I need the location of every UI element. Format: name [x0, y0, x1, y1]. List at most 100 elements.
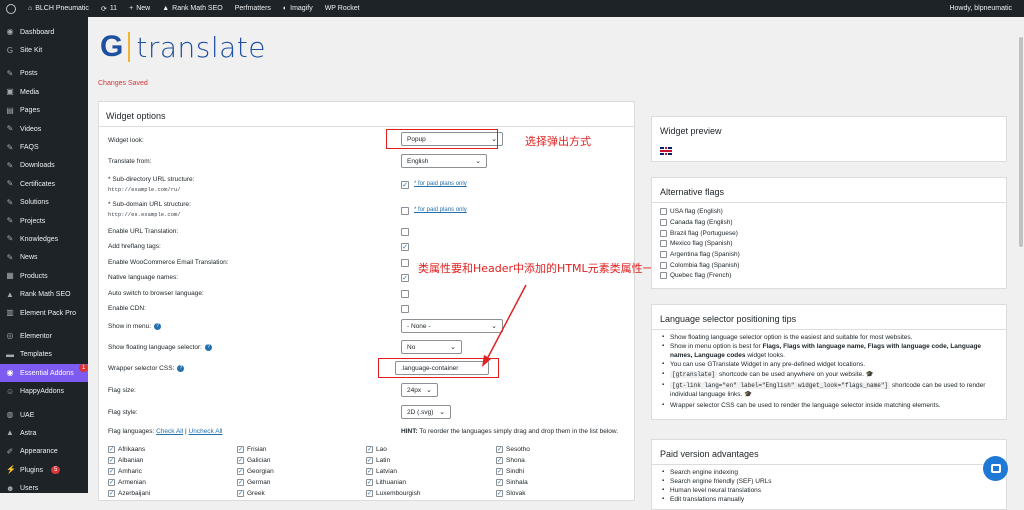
rank-math-link[interactable]: ▲ Rank Math SEO	[156, 0, 229, 17]
check-all-link[interactable]: Check All	[156, 428, 183, 435]
graduation-cap-icon[interactable]: 🎓	[744, 391, 752, 398]
page-icon: ▤	[6, 105, 14, 115]
help-icon[interactable]: ?	[154, 323, 161, 330]
enable-url-checkbox[interactable]	[401, 228, 409, 236]
ea-icon: ◉	[6, 368, 14, 378]
translate-from-select[interactable]: English ⌄	[401, 154, 487, 168]
graduation-cap-icon[interactable]: 🎓	[866, 371, 874, 378]
sidebar-item-pages[interactable]: ▤ Pages	[0, 102, 88, 120]
pin-icon: ✎	[6, 68, 14, 78]
alt-flag-checkbox[interactable]: Brazil flag (Portuguese)	[660, 230, 738, 237]
sidebar-item-faqs[interactable]: ✎ FAQS	[0, 138, 88, 156]
advantage-item: Search engine friendly (SEF) URLs	[662, 477, 997, 486]
lang-checkbox[interactable]: ✓ Sesotho	[496, 446, 530, 453]
lang-checkbox[interactable]: ✓ Azerbaijani	[108, 490, 150, 497]
hreflang-checkbox[interactable]: ✓	[401, 243, 409, 251]
wp-rocket-link[interactable]: WP Rocket	[319, 0, 366, 17]
sidebar-item-element-pack[interactable]: ▥ Element Pack Pro	[0, 304, 88, 322]
sidebar-item-plugins[interactable]: ⚡ Plugins 5	[0, 461, 88, 479]
sidebar-item-site-kit[interactable]: G Site Kit	[0, 41, 88, 59]
alt-flag-checkbox[interactable]: Mexico flag (Spanish)	[660, 240, 733, 247]
updates-link[interactable]: ⟳ 11	[95, 0, 123, 17]
lang-checkbox[interactable]: ✓ Latin	[366, 457, 390, 464]
scrollbar-thumb[interactable]	[1019, 37, 1023, 247]
cdn-checkbox[interactable]	[401, 305, 409, 313]
lang-checkbox[interactable]: ✓ Lithuanian	[366, 479, 406, 486]
sidebar-item-projects[interactable]: ✎ Projects	[0, 212, 88, 230]
lang-checkbox[interactable]: ✓ Sindhi	[496, 468, 524, 475]
sidebar-item-solutions[interactable]: ✎ Solutions	[0, 194, 88, 212]
chevron-down-icon: ⌄	[439, 409, 445, 416]
imagify-link[interactable]: ◐ Imagify	[277, 0, 319, 17]
admin-bar: ⌂ BLCH Pneumatic ⟳ 11 + New ▲ Rank Math SEO …	[0, 0, 1024, 17]
paid-plans-link[interactable]: * for paid plans only	[414, 181, 467, 187]
new-content-link[interactable]: + New	[123, 0, 156, 17]
lang-checkbox[interactable]: ✓ Shona	[496, 457, 525, 464]
site-name-link[interactable]: ⌂ BLCH Pneumatic	[22, 0, 95, 17]
lang-checkbox[interactable]: ✓ Amharic	[108, 468, 142, 475]
lang-checkbox[interactable]: ✓ Armenian	[108, 479, 146, 486]
auto-switch-checkbox[interactable]	[401, 290, 409, 298]
sidebar-item-media[interactable]: ▣ Media	[0, 83, 88, 101]
lang-checkbox[interactable]: ✓ Greek	[237, 490, 265, 497]
dashboard-icon: ◉	[6, 27, 14, 37]
lang-checkbox[interactable]: ✓ Lao	[366, 446, 387, 453]
sidebar-item-happyaddons[interactable]: ☺ HappyAddons	[0, 382, 88, 400]
lang-checkbox[interactable]: ✓ Albanian	[108, 457, 143, 464]
sidebar-item-rank-math[interactable]: ▲ Rank Math SEO	[0, 285, 88, 303]
sidebar-item-posts[interactable]: ✎ Posts	[0, 65, 88, 83]
sidebar-item-dashboard[interactable]: ◉ Dashboard	[0, 23, 88, 41]
lang-checkbox[interactable]: ✓ Galician	[237, 457, 270, 464]
sidebar-item-essential-addons[interactable]: ◉ Essential Addons 1	[0, 364, 89, 383]
alt-flag-checkbox[interactable]: Quebec flag (French)	[660, 272, 731, 279]
lang-checkbox[interactable]: ✓ Afrikaans	[108, 446, 145, 453]
sidebar-item-videos[interactable]: ✎ Videos	[0, 120, 88, 138]
sidebar-item-elementor[interactable]: ◎ Elementor	[0, 327, 88, 345]
page-scrollbar[interactable]	[1018, 17, 1024, 493]
alt-flag-checkbox[interactable]: Canada flag (English)	[660, 219, 733, 226]
wp-logo-button[interactable]	[0, 0, 22, 17]
uk-flag-icon[interactable]	[660, 147, 672, 155]
subdir-checkbox[interactable]: ✓	[401, 181, 409, 189]
help-icon[interactable]: ?	[204, 344, 212, 351]
lang-checkbox[interactable]: ✓ Slovak	[496, 490, 526, 497]
chat-icon	[990, 464, 1001, 473]
lang-checkbox[interactable]: ✓ Frisian	[237, 446, 267, 453]
cdn-label: Enable CDN:	[108, 305, 146, 312]
alt-flag-checkbox[interactable]: USA flag (English)	[660, 208, 723, 215]
media-icon: ▣	[6, 87, 14, 97]
tip-item: Wrapper selector CSS can be used to rend…	[662, 401, 997, 410]
hint-text: HINT: To reorder the languages simply dr…	[401, 428, 619, 435]
sidebar-item-certificates[interactable]: ✎ Certificates	[0, 175, 88, 193]
lang-checkbox[interactable]: ✓ German	[237, 479, 270, 486]
floating-selector-select[interactable]: No ⌄	[401, 340, 462, 354]
subdomain-checkbox[interactable]	[401, 207, 409, 215]
flag-size-select[interactable]: 24px ⌄	[401, 383, 438, 397]
sidebar-item-downloads[interactable]: ✎ Downloads	[0, 157, 88, 175]
alt-flag-checkbox[interactable]: Argentina flag (Spanish)	[660, 251, 740, 258]
flag-languages-row: Flag languages: Check All | Uncheck All	[108, 428, 223, 435]
lang-checkbox[interactable]: ✓ Sinhala	[496, 479, 528, 486]
howdy-account[interactable]: Howdy, blpneumatic	[943, 0, 1018, 17]
flag-style-select[interactable]: 2D (.svg) ⌄	[401, 405, 451, 419]
sidebar-item-appearance[interactable]: ✐ Appearance	[0, 443, 88, 461]
flag-style-label: Flag style:	[108, 409, 138, 416]
chat-bubble-button[interactable]	[983, 456, 1008, 481]
native-names-checkbox[interactable]: ✓	[401, 274, 409, 282]
sidebar-item-knowledges[interactable]: ✎ Knowledges	[0, 230, 88, 248]
paid-plans-link[interactable]: * for paid plans only	[414, 207, 467, 213]
perfmatters-link[interactable]: Perfmatters	[229, 0, 277, 17]
uncheck-all-link[interactable]: Uncheck All	[189, 428, 223, 435]
alt-flag-checkbox[interactable]: Colombia flag (Spanish)	[660, 262, 739, 269]
help-icon[interactable]: ?	[177, 365, 185, 372]
sidebar-item-astra[interactable]: ▲ Astra	[0, 424, 88, 442]
woo-email-checkbox[interactable]	[401, 259, 409, 267]
sidebar-item-products[interactable]: ▦ Products	[0, 267, 88, 285]
lang-checkbox[interactable]: ✓ Latvian	[366, 468, 397, 475]
sidebar-item-uae[interactable]: ◍ UAE	[0, 406, 88, 424]
lang-checkbox[interactable]: ✓ Georgian	[237, 468, 274, 475]
lang-checkbox[interactable]: ✓ Luxembourgish	[366, 490, 420, 497]
sidebar-item-news[interactable]: ✎ News	[0, 249, 88, 267]
sidebar-item-templates[interactable]: ▬ Templates	[0, 346, 88, 364]
sidebar-item-users[interactable]: ☻ Users	[0, 479, 88, 497]
